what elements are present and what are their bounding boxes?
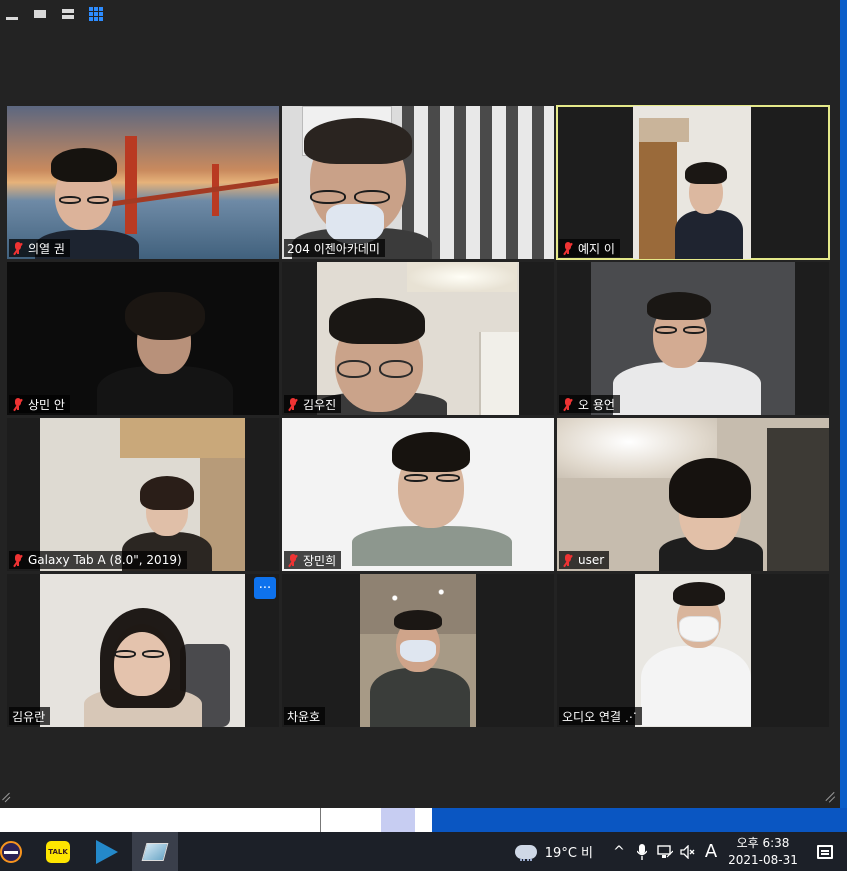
gallery-view-button[interactable] [88,6,104,22]
participant-name: 장민희 [303,553,337,568]
input-method-indicator[interactable]: A [699,841,723,862]
notification-icon [817,844,833,859]
taskbar-app-vscode[interactable] [84,832,130,871]
participant-video [282,106,554,259]
participant-name-tag: Galaxy Tab A (8.0", 2019) [9,551,187,569]
participant-name: Galaxy Tab A (8.0", 2019) [28,553,182,567]
stacked-view-icon[interactable] [60,6,76,22]
participant-tile[interactable]: 204 이젠아카데미 [282,106,554,259]
participant-video [40,574,245,727]
resize-grip-icon[interactable] [824,791,836,804]
participant-video [557,418,829,571]
participant-tile[interactable]: 오 용언 [557,262,829,415]
mic-muted-icon [562,553,574,567]
participant-tile[interactable]: 상민 안 [7,262,279,415]
mic-muted-icon [562,241,574,255]
weather-widget[interactable]: 19°C 비 [511,842,597,861]
participant-name-tag: 예지 이 [559,239,620,257]
participant-name: 오디오 연결 ⋰ [562,709,637,724]
taskbar-app-kakaotalk[interactable]: TALK [35,832,81,871]
participant-name-tag: 장민희 [284,551,342,569]
show-hidden-icons-button[interactable]: ^ [607,844,631,860]
taskbar-app-eclipse[interactable] [0,832,34,871]
volume-tray-button[interactable] [677,844,699,859]
participant-name-tag: 김유란 [9,707,51,725]
participant-tile[interactable]: user [557,418,829,571]
participant-video [7,262,279,415]
participant-name: user [578,553,605,567]
participant-video [633,106,751,259]
mic-muted-icon [12,241,24,255]
participant-name: 김유란 [12,709,46,724]
participant-video [635,574,751,727]
participant-tile[interactable]: 차윤호 [282,574,554,727]
clock-time: 오후 6:38 [736,835,790,850]
microphone-icon [637,843,647,860]
participant-name-tag: 상민 안 [9,395,70,413]
participant-name: 상민 안 [28,397,65,412]
mic-muted-icon [12,553,24,567]
microphone-tray-button[interactable] [631,843,653,860]
participant-tile[interactable]: 김우진 [282,262,554,415]
mic-muted-icon [562,397,574,411]
participant-video [360,574,476,727]
view-controls [4,6,104,22]
action-center-button[interactable] [803,844,847,859]
participant-video [40,418,245,571]
participant-name: 예지 이 [578,241,615,256]
kakaotalk-icon: TALK [46,840,70,863]
mic-muted-icon [287,553,299,567]
weather-text: 19°C 비 [544,846,593,861]
clock[interactable]: 오후 6:38 2021-08-31 [723,835,803,869]
rain-cloud-icon [514,844,537,861]
speaker-view-icon[interactable] [32,6,48,22]
participant-tile[interactable]: Galaxy Tab A (8.0", 2019) [7,418,279,571]
mic-muted-icon [287,397,299,411]
mic-muted-icon [12,397,24,411]
resize-grip-icon[interactable] [1,792,13,804]
participant-name-tag: 김우진 [284,395,342,413]
participant-name: 차윤호 [287,709,321,724]
participant-name: 오 용언 [578,397,615,412]
participant-name-tag: 의열 권 [9,239,70,257]
gallery-view-icon [89,7,103,21]
network-tray-button[interactable] [653,844,677,859]
participant-video [591,262,795,415]
participant-name: 김우진 [303,397,337,412]
participant-tile[interactable]: 김유란 [7,574,279,727]
participant-name-tag: 차윤호 [284,707,326,725]
system-tray: 19°C 비 ^ A 오후 6:38 2021-08-31 [511,832,847,871]
participant-name-tag: 오 용언 [559,395,620,413]
eclipse-icon [0,840,22,863]
participant-name-tag: 204 이젠아카데미 [284,239,385,257]
participant-name: 204 이젠아카데미 [287,241,380,256]
windows-taskbar: TALK 19°C 비 ^ A 오후 6:38 2021-08-31 [0,832,847,871]
zoom-icon [141,842,169,861]
background-window-edge [840,0,847,808]
participant-tile[interactable]: 오디오 연결 ⋰ [557,574,829,727]
participant-video [7,106,279,259]
minimize-icon[interactable] [4,6,20,22]
network-icon [657,844,673,858]
vscode-icon [96,839,118,864]
participant-tile[interactable]: 의열 권 [7,106,279,259]
participant-video [282,418,554,571]
clock-date: 2021-08-31 [728,852,798,867]
participant-name-tag: 오디오 연결 ⋰ [559,707,642,725]
background-window-strip [0,808,847,832]
speaker-muted-icon [680,844,695,859]
participant-video [317,262,519,415]
participant-tile-active-speaker[interactable]: 예지 이 [556,105,830,260]
participant-name-tag: user [559,551,610,569]
participant-more-options-button[interactable]: ··· [254,577,276,599]
chevron-up-icon: ^ [613,843,625,860]
taskbar-app-zoom[interactable] [132,832,178,871]
participant-tile[interactable]: 장민희 [282,418,554,571]
zoom-meeting-window: 의열 권 204 이젠아카데미 예지 이 상민 안 김우진 오 용언 Galax… [0,0,840,808]
participant-name: 의열 권 [28,241,65,256]
